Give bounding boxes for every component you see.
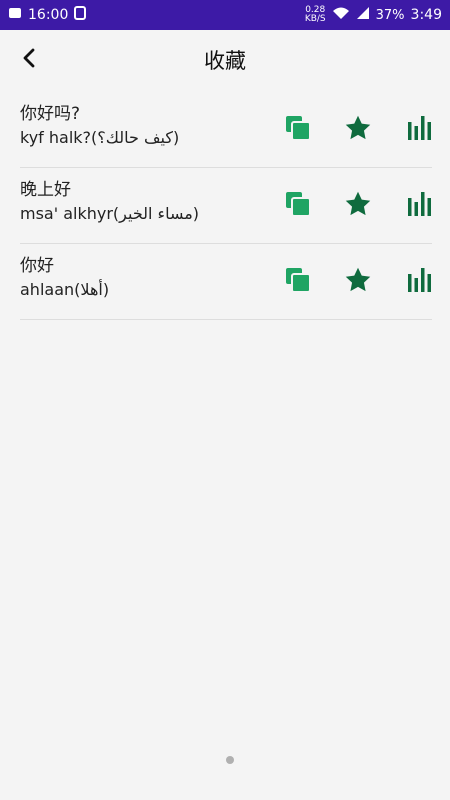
favorite-star-button[interactable] xyxy=(344,266,372,298)
page-title: 收藏 xyxy=(204,49,246,73)
favorite-star-button[interactable] xyxy=(344,190,372,222)
app-bar: 收藏 xyxy=(0,30,450,90)
copy-button[interactable] xyxy=(284,192,312,220)
star-icon xyxy=(344,266,372,298)
page-indicator-dot xyxy=(226,756,234,764)
wifi-icon xyxy=(332,6,350,24)
copy-button[interactable] xyxy=(284,268,312,296)
play-audio-button[interactable] xyxy=(406,268,434,296)
notification-icon xyxy=(8,6,22,24)
list-item: 你好吗? kyf halk?(كيف حالك؟) xyxy=(20,92,432,168)
phrase-chinese: 你好吗? xyxy=(20,104,81,124)
phrase-text: 你好 ahlaan(أهلا) xyxy=(20,254,109,302)
copy-icon xyxy=(284,266,312,298)
phrase-transliteration: ahlaan(أهلا) xyxy=(20,280,110,299)
app-icon xyxy=(74,6,87,24)
star-icon xyxy=(344,114,372,146)
battery-level: 37% xyxy=(375,7,405,23)
favorite-star-button[interactable] xyxy=(344,114,372,146)
star-icon xyxy=(344,190,372,222)
phrase-chinese: 你好 xyxy=(20,256,54,276)
net-speed: 0.28 KB/S xyxy=(305,6,326,24)
status-clock: 3:49 xyxy=(410,7,442,23)
audio-bars-icon xyxy=(406,266,434,298)
phrase-transliteration: msa' alkhyr(مساء الخير) xyxy=(20,204,200,223)
phrase-text: 晚上好 msa' alkhyr(مساء الخير) xyxy=(20,178,199,226)
status-time: 16:00 xyxy=(28,7,69,23)
phrase-text: 你好吗? kyf halk?(كيف حالك؟) xyxy=(20,102,179,150)
audio-bars-icon xyxy=(406,190,434,222)
net-speed-unit: KB/S xyxy=(304,14,326,24)
list-item: 晚上好 msa' alkhyr(مساء الخير) xyxy=(20,168,432,244)
status-right: 0.28 KB/S 37% 3:49 xyxy=(305,6,442,24)
arrow-back-icon xyxy=(20,48,40,72)
signal-icon xyxy=(356,6,370,24)
copy-icon xyxy=(284,190,312,222)
status-bar: 16:00 0.28 KB/S 37% 3:49 xyxy=(0,0,450,30)
back-button[interactable] xyxy=(14,44,46,76)
status-left: 16:00 xyxy=(8,6,87,24)
copy-icon xyxy=(284,114,312,146)
phrase-transliteration: kyf halk?(كيف حالك؟) xyxy=(20,128,180,147)
favorites-list: 你好吗? kyf halk?(كيف حالك؟) 晚上好 msa' alkhy… xyxy=(0,92,450,320)
phrase-chinese: 晚上好 xyxy=(20,180,71,200)
play-audio-button[interactable] xyxy=(406,116,434,144)
audio-bars-icon xyxy=(406,114,434,146)
play-audio-button[interactable] xyxy=(406,192,434,220)
list-item: 你好 ahlaan(أهلا) xyxy=(20,244,432,320)
copy-button[interactable] xyxy=(284,116,312,144)
